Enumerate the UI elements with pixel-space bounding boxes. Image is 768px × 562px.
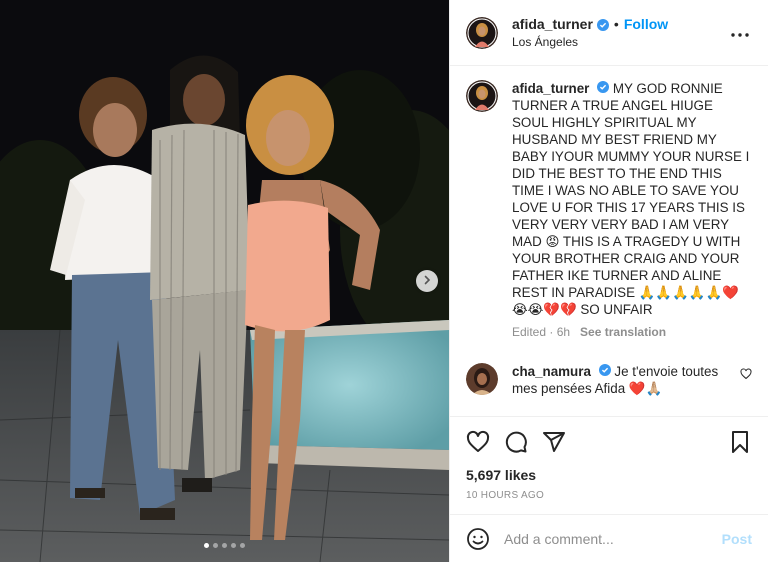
edited-time: Edited · 6h (512, 325, 571, 339)
carousel-dot (222, 543, 227, 548)
bookmark-icon[interactable] (728, 430, 752, 454)
separator-dot: • (613, 16, 619, 32)
commenter-username[interactable]: cha_namura (512, 364, 591, 379)
post-location[interactable]: Los Ángeles (512, 35, 728, 49)
instagram-post: afida_turner • Follow Los Ángeles afida_… (0, 0, 768, 562)
post-timestamp[interactable]: 10 HOURS AGO (466, 490, 752, 501)
photo-scene (0, 0, 449, 562)
follow-button[interactable]: Follow (624, 16, 668, 32)
carousel-dot (231, 543, 236, 548)
verified-badge-icon (598, 363, 611, 376)
see-translation-button[interactable]: See translation (580, 324, 666, 341)
post-photo[interactable] (0, 0, 449, 562)
caption-text: MY GOD RONNIE TURNER A TRUE ANGEL HIUGE … (512, 81, 750, 317)
heart-icon[interactable] (466, 430, 490, 454)
comment-item: cha_namura Je t'envoie toutes mes pensée… (466, 363, 752, 397)
carousel-dot (213, 543, 218, 548)
share-icon[interactable] (542, 430, 566, 454)
carousel-indicator (0, 543, 449, 548)
comment-input[interactable] (504, 530, 722, 547)
post-details-panel: afida_turner • Follow Los Ángeles afida_… (449, 0, 768, 562)
post-header: afida_turner • Follow Los Ángeles (450, 0, 768, 66)
chevron-right-icon (422, 272, 432, 290)
comment-icon[interactable] (504, 430, 528, 454)
carousel-dot (204, 543, 209, 548)
verified-badge-icon (596, 18, 609, 31)
author-username[interactable]: afida_turner (512, 16, 593, 32)
emoji-icon[interactable] (466, 527, 490, 551)
comment-like-icon[interactable] (740, 367, 752, 380)
caption: afida_turner MY GOD RONNIE TURNER A TRUE… (466, 80, 752, 341)
post-comment-button[interactable]: Post (722, 531, 752, 547)
commenter-avatar[interactable] (466, 363, 498, 395)
caption-avatar[interactable] (466, 80, 498, 112)
verified-badge-icon (597, 80, 610, 93)
more-options-button[interactable] (728, 21, 752, 45)
carousel-dot (240, 543, 245, 548)
carousel-next-button[interactable] (416, 270, 438, 292)
comments-section: afida_turner MY GOD RONNIE TURNER A TRUE… (450, 66, 768, 416)
caption-username[interactable]: afida_turner (512, 81, 589, 96)
add-comment-bar: Post (450, 514, 768, 562)
more-options-icon (731, 24, 749, 42)
author-avatar[interactable] (466, 16, 498, 49)
like-count[interactable]: 5,697 likes (466, 467, 752, 483)
